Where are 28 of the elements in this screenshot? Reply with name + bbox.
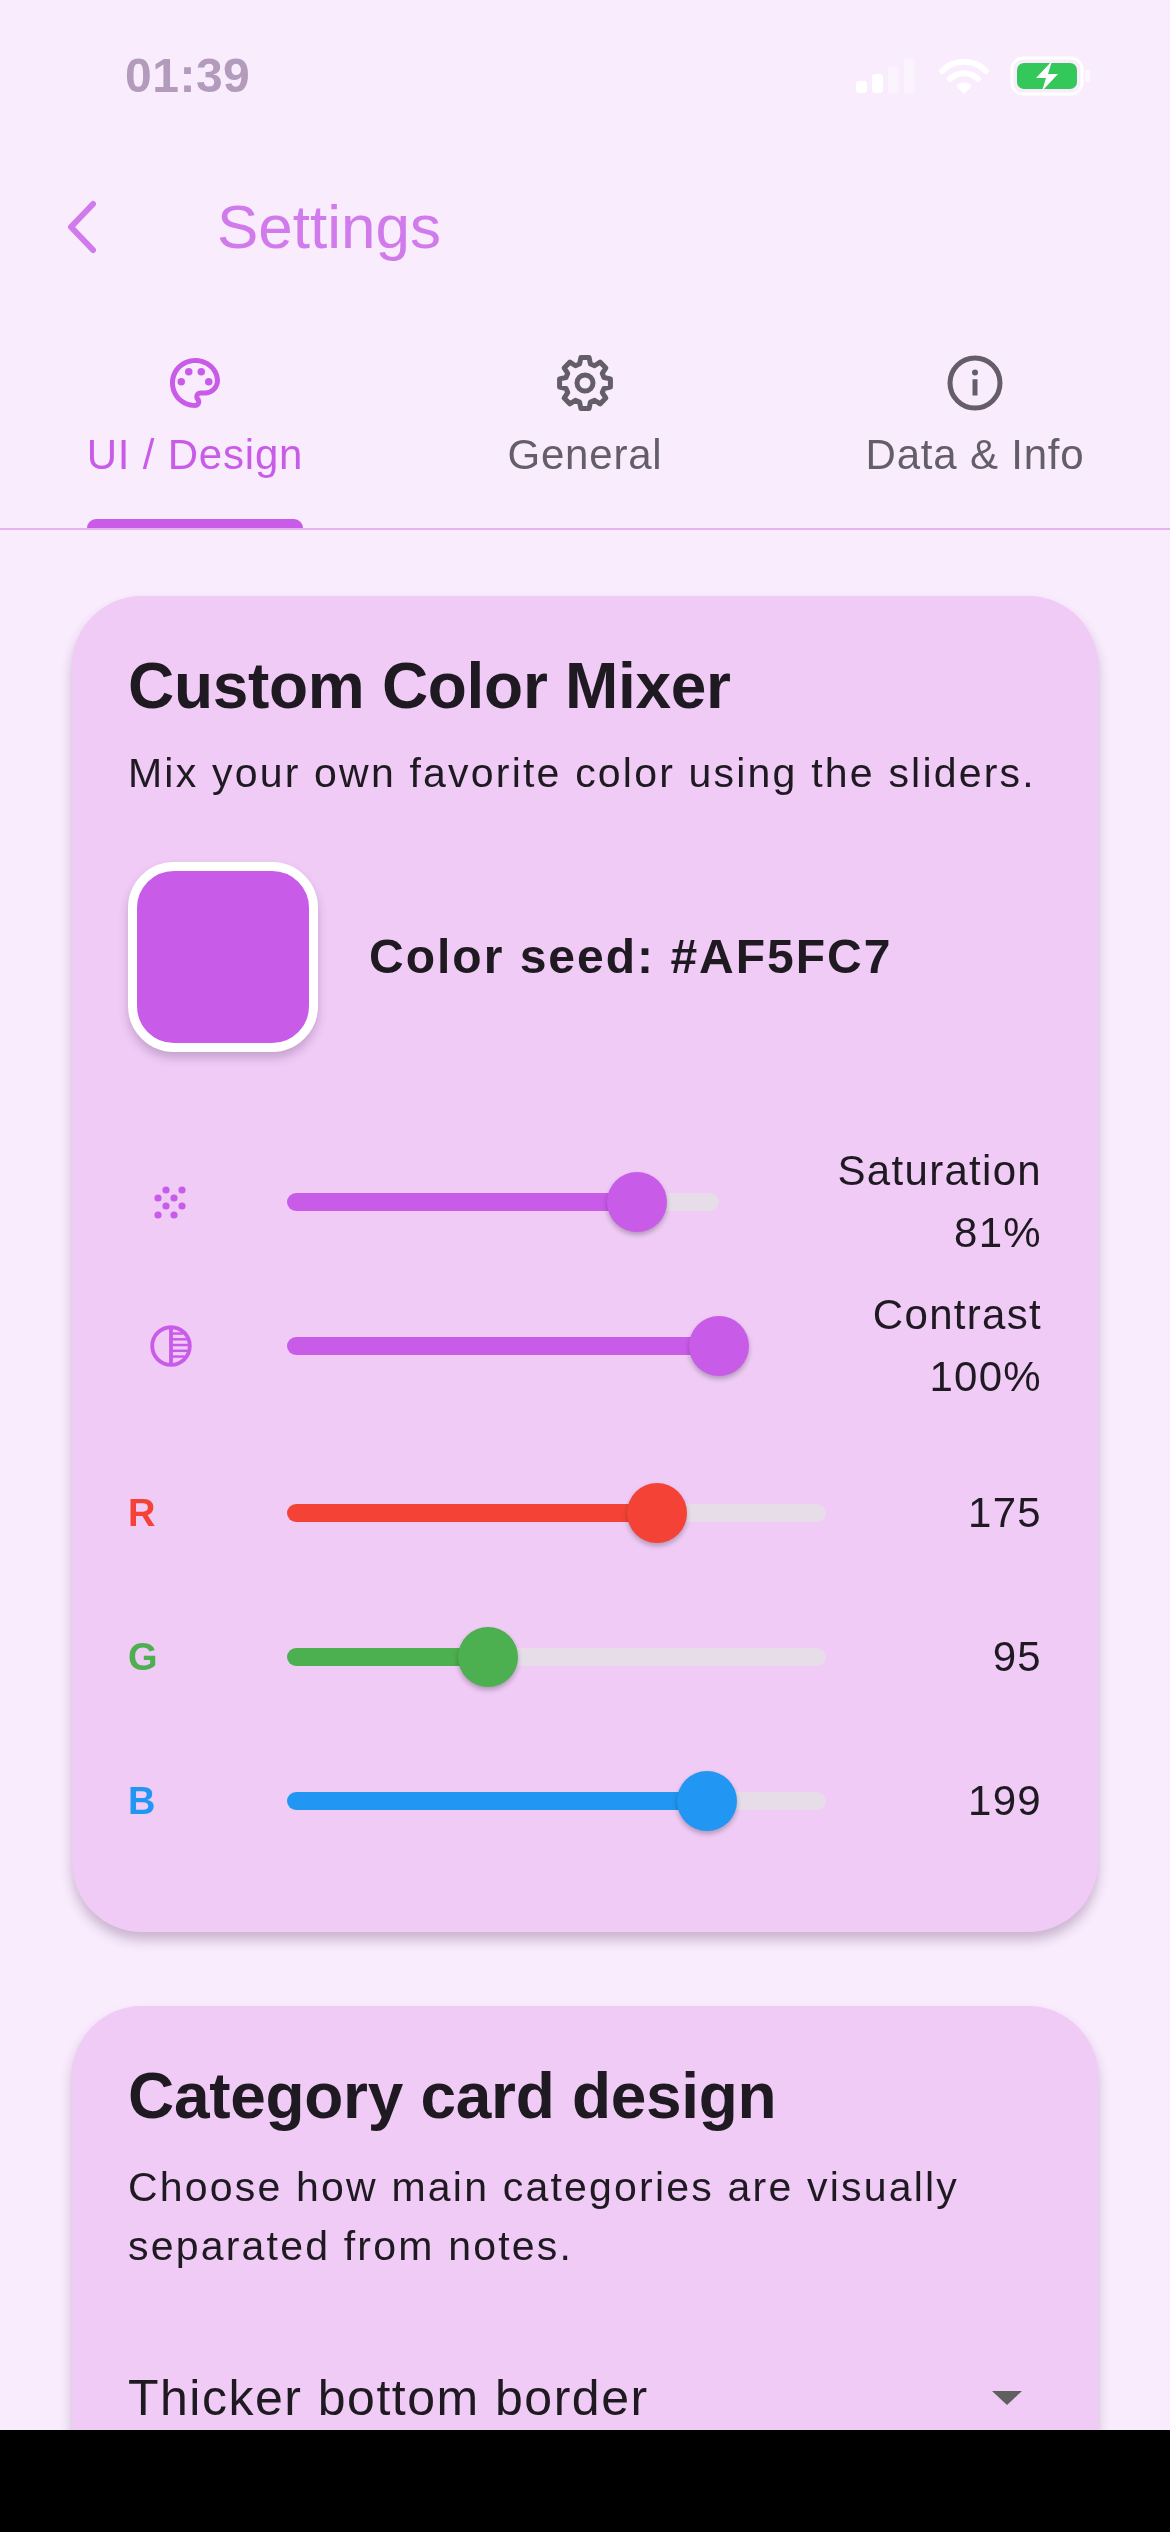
- caret-icon: [992, 2391, 1022, 2405]
- slider-label: Saturation: [837, 1146, 1042, 1196]
- battery-charging-icon: [1010, 56, 1092, 96]
- slider-value: 175: [968, 1488, 1042, 1538]
- dropdown[interactable]: Thicker bottom border: [128, 2368, 1042, 2428]
- page-title: Settings: [217, 191, 442, 263]
- card-title: Category card design: [128, 2059, 778, 2134]
- dots-icon: [154, 1185, 187, 1219]
- slider-value: 100%: [929, 1352, 1042, 1402]
- card-description: Choose how main categories are visually separated from notes.: [128, 2163, 960, 2271]
- back-chevron-icon: [65, 199, 99, 255]
- slider-value: 199: [968, 1776, 1042, 1826]
- card-description: Mix your own favorite color using the sliders.: [128, 749, 1037, 798]
- tab[interactable]: UI / Design: [0, 302, 390, 528]
- settings-icon: [555, 353, 615, 413]
- slider-label: Contrast: [872, 1290, 1042, 1340]
- slider-value: 81%: [954, 1208, 1042, 1258]
- channel-label: R: [128, 1491, 156, 1536]
- card-title: Custom Color Mixer: [128, 649, 732, 724]
- tab[interactable]: Data & Info: [780, 302, 1170, 528]
- contrast-icon: [148, 1323, 194, 1369]
- channel-label: G: [128, 1635, 158, 1680]
- status-time: 01:39: [125, 48, 251, 104]
- info-icon: [945, 353, 1005, 413]
- color-seed-label: Color seed: #AF5FC7: [369, 929, 893, 985]
- channel-label: B: [128, 1779, 156, 1824]
- tab[interactable]: General: [390, 302, 780, 528]
- slider-value: 95: [992, 1632, 1042, 1682]
